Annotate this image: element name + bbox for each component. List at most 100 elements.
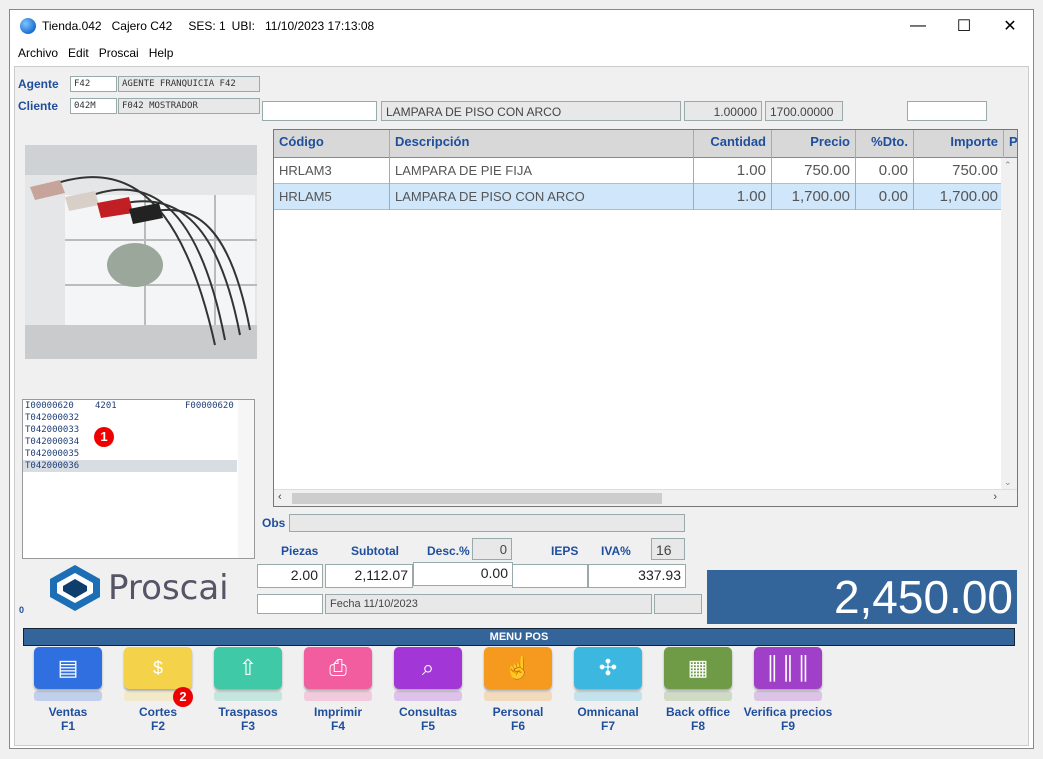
entry-extra-field[interactable] (907, 101, 987, 121)
entry-quantity-field[interactable]: 1.00000 (684, 101, 762, 121)
cell-discount: 0.00 (856, 158, 914, 184)
app-icon (20, 18, 36, 34)
grid-horizontal-scrollbar[interactable]: ‹ › (274, 489, 1017, 506)
agent-code-field[interactable]: F42 (70, 76, 117, 92)
minimize-button[interactable]: — (895, 10, 941, 42)
close-button[interactable]: ✕ (987, 10, 1033, 42)
pieces-label: Piezas (281, 544, 319, 558)
proscai-logo-icon (50, 565, 100, 611)
traspasos-label: Traspasos (218, 705, 278, 719)
ticket-header-row[interactable]: I00000620 4201 F00000620 (23, 400, 254, 412)
cell-code: HRLAM3 (274, 158, 390, 184)
printer-icon: ⎙ (304, 647, 372, 689)
col-codigo[interactable]: Código (274, 130, 390, 158)
obs-field[interactable] (289, 514, 685, 532)
entry-description-field: LAMPARA DE PISO CON ARCO (381, 101, 681, 121)
verifica-precios-key: F9 (780, 719, 795, 733)
ventas-key: F1 (60, 719, 75, 733)
list-item[interactable]: T042000033 (23, 424, 254, 436)
hand-icon: ☝ (484, 647, 552, 689)
table-row[interactable]: HRLAM3 LAMPARA DE PIE FIJA 1.00 750.00 0… (274, 158, 1004, 184)
agent-name-field: AGENTE FRANQUICIA F42 (118, 76, 260, 92)
col-p[interactable]: P (1004, 130, 1017, 158)
col-descripcion[interactable]: Descripción (390, 130, 694, 158)
imprimir-button[interactable]: ⎙ Imprimir F4 (293, 647, 383, 757)
traspasos-key: F3 (240, 719, 255, 733)
traspasos-button[interactable]: ⇧ Traspasos F3 (203, 647, 293, 757)
title-store: Tienda.042 (42, 19, 102, 33)
personal-label: Personal (492, 705, 544, 719)
grid-vertical-scrollbar[interactable]: ⌃ ⌄ (1001, 158, 1017, 490)
ventas-label: Ventas (48, 705, 88, 719)
discount-pct-field[interactable]: 0 (472, 538, 512, 560)
discount-label: Desc.% (427, 544, 470, 558)
client-label: Cliente (18, 99, 59, 113)
menu-proscai[interactable]: Proscai (99, 46, 139, 60)
date-field: Fecha 11/10/2023 (325, 594, 652, 614)
imprimir-key: F4 (330, 719, 345, 733)
cell-amount: 750.00 (914, 158, 1004, 184)
callout-badge-2: 2 (173, 687, 193, 707)
building-icon: ▦ (664, 647, 732, 689)
obs-label: Obs (262, 516, 286, 530)
proscai-logo-text: Proscai (108, 568, 229, 608)
menu-pos-bar: MENU POS (23, 628, 1015, 646)
list-item[interactable]: T042000035 (23, 448, 254, 460)
col-importe[interactable]: Importe (914, 130, 1004, 158)
cell-price: 750.00 (772, 158, 856, 184)
menu-archivo[interactable]: Archivo (18, 46, 58, 60)
col-cantidad[interactable]: Cantidad (694, 130, 772, 158)
ventas-button[interactable]: ▤ Ventas F1 (23, 647, 113, 757)
blank-field[interactable] (257, 594, 323, 614)
list-item[interactable]: T042000034 (23, 436, 254, 448)
entry-code-input[interactable] (262, 101, 377, 121)
table-row-selected[interactable]: HRLAM5 LAMPARA DE PISO CON ARCO 1.00 1,7… (274, 184, 1004, 210)
scroll-right-icon[interactable]: › (993, 491, 997, 503)
product-image (25, 145, 257, 359)
menu-bar: Archivo Edit Proscai Help (10, 42, 1033, 64)
date-extra-field (654, 594, 702, 614)
menu-edit[interactable]: Edit (68, 46, 89, 60)
entry-price-field[interactable]: 1700.00000 (765, 101, 843, 121)
title-bar: Tienda.042 Cajero C42 SES: 1 UBI: 11/10/… (10, 10, 1033, 42)
consultas-button[interactable]: ⌕ Consultas F5 (383, 647, 473, 757)
omnicanal-button[interactable]: ✣ Omnicanal F7 (563, 647, 653, 757)
maximize-button[interactable]: ☐ (941, 10, 987, 42)
back-office-button[interactable]: ▦ Back office F8 (653, 647, 743, 757)
cell-description: LAMPARA DE PISO CON ARCO (390, 184, 694, 210)
grid-header: Código Descripción Cantidad Precio %Dto.… (274, 130, 1017, 158)
list-item[interactable]: T042000032 (23, 412, 254, 424)
button-reflection (754, 691, 822, 701)
scroll-thumb[interactable] (292, 493, 662, 504)
title-ubi: UBI: (231, 19, 256, 33)
iva-label: IVA% (601, 544, 631, 558)
client-code-field[interactable]: 042M (70, 98, 117, 114)
scroll-down-icon[interactable]: ⌄ (1004, 477, 1012, 488)
iva-pct-field[interactable]: 16 (651, 538, 685, 560)
back-office-label: Back office (665, 705, 731, 719)
back-office-key: F8 (690, 719, 705, 733)
client-name-field: F042 MOSTRADOR (118, 98, 260, 114)
col-dto[interactable]: %Dto. (856, 130, 914, 158)
ticket-list[interactable]: I00000620 4201 F00000620 T042000032 T042… (22, 399, 255, 559)
ticket-scrollbar[interactable] (238, 400, 254, 558)
sales-grid: Código Descripción Cantidad Precio %Dto.… (273, 129, 1018, 507)
menu-help[interactable]: Help (149, 46, 174, 60)
title-datetime: 11/10/2023 17:13:08 (265, 19, 375, 33)
personal-key: F6 (510, 719, 525, 733)
pieces-value: 2.00 (257, 564, 323, 588)
verifica-precios-button[interactable]: ║║║ Verifica precios F9 (743, 647, 833, 757)
button-reflection (574, 691, 642, 701)
verifica-precios-label: Verifica precios (743, 705, 833, 719)
scroll-left-icon[interactable]: ‹ (278, 491, 282, 503)
iva-value: 337.93 (588, 564, 686, 588)
list-item-selected[interactable]: T042000036 (23, 460, 237, 472)
subtotal-value: 2,112.07 (325, 564, 413, 588)
omnicanal-key: F7 (600, 719, 615, 733)
ticket-header-num: 4201 (95, 401, 117, 411)
transfer-icon: ⇧ (214, 647, 282, 689)
col-precio[interactable]: Precio (772, 130, 856, 158)
personal-button[interactable]: ☝ Personal F6 (473, 647, 563, 757)
scroll-up-icon[interactable]: ⌃ (1004, 160, 1012, 171)
grand-total: 2,450.00 (707, 570, 1017, 624)
